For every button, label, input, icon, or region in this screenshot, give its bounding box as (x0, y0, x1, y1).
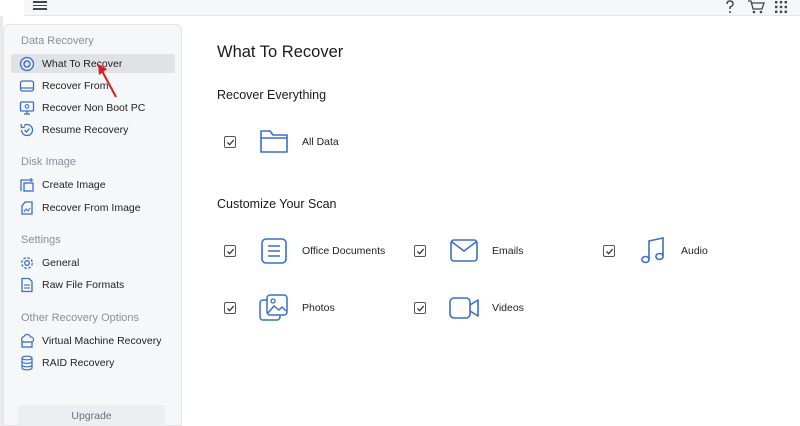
sidebar-item-label: General (42, 256, 80, 269)
customize-scan-title: Customize Your Scan (217, 197, 337, 211)
option-label: All Data (302, 136, 339, 148)
create-image-icon (18, 176, 36, 194)
sidebar-item-recover-non-boot-pc[interactable]: Recover Non Boot PC (11, 98, 175, 117)
sidebar-item-raw-file-formats[interactable]: Raw File Formats (11, 275, 175, 294)
office-documents-checkbox[interactable] (224, 245, 236, 257)
section-title-data-recovery: Data Recovery (21, 35, 94, 47)
photo-icon (258, 292, 290, 324)
option-audio[interactable]: Audio (603, 235, 708, 267)
main-panel: What To Recover Recover Everything All D… (182, 24, 800, 426)
emails-checkbox[interactable] (414, 245, 426, 257)
drive-icon (18, 77, 36, 95)
videos-checkbox[interactable] (414, 302, 426, 314)
sidebar-item-label: Raw File Formats (42, 278, 125, 291)
raw-file-icon (18, 276, 36, 294)
sidebar-item-what-to-recover[interactable]: What To Recover (11, 54, 175, 73)
sidebar-item-general[interactable]: General (11, 253, 175, 272)
resume-icon (18, 121, 36, 139)
sidebar-item-label: Resume Recovery (42, 123, 129, 136)
sidebar: Data Recovery What To Recover Recover Fr… (3, 24, 182, 426)
sidebar-item-label: Recover From Image (42, 201, 141, 214)
all-data-checkbox[interactable] (224, 136, 236, 148)
help-icon[interactable] (724, 0, 736, 14)
sidebar-item-raid-recovery[interactable]: RAID Recovery (11, 353, 175, 372)
option-label: Photos (302, 302, 335, 314)
sidebar-item-virtual-machine-recovery[interactable]: Virtual Machine Recovery (11, 331, 175, 350)
sidebar-item-label: Create Image (42, 178, 106, 191)
image-file-icon (18, 199, 36, 217)
document-icon (258, 235, 290, 267)
audio-checkbox[interactable] (603, 245, 615, 257)
top-bar (0, 0, 800, 16)
sidebar-item-create-image[interactable]: Create Image (11, 175, 175, 194)
option-photos[interactable]: Photos (224, 292, 335, 324)
recover-everything-title: Recover Everything (217, 88, 327, 102)
target-icon (18, 55, 36, 73)
apps-grid-icon[interactable] (775, 0, 787, 14)
option-office-documents[interactable]: Office Documents (224, 235, 385, 267)
sidebar-item-label: Recover Non Boot PC (42, 101, 146, 114)
photos-checkbox[interactable] (224, 302, 236, 314)
cloud-box-icon (18, 332, 36, 350)
top-bar-strip (24, 0, 800, 16)
gear-icon (18, 254, 36, 272)
video-camera-icon (448, 292, 480, 324)
section-title-disk-image: Disk Image (21, 156, 77, 168)
option-all-data[interactable]: All Data (224, 126, 339, 158)
annotation-arrow-icon (98, 64, 117, 98)
option-label: Emails (492, 245, 524, 257)
sidebar-item-recover-from-image[interactable]: Recover From Image (11, 198, 175, 217)
music-note-icon (637, 235, 669, 267)
sidebar-item-label: RAID Recovery (42, 356, 115, 369)
sidebar-item-recover-from[interactable]: Recover From (11, 76, 175, 95)
option-videos[interactable]: Videos (414, 292, 524, 324)
page-title: What To Recover (217, 43, 344, 61)
sidebar-item-label: Virtual Machine Recovery (42, 334, 162, 347)
folder-icon (258, 126, 290, 158)
monitor-icon (18, 99, 36, 117)
database-icon (18, 354, 36, 372)
option-label: Audio (681, 245, 708, 257)
cart-icon[interactable] (747, 0, 765, 14)
envelope-icon (448, 235, 480, 267)
hamburger-icon[interactable] (33, 0, 47, 13)
option-emails[interactable]: Emails (414, 235, 524, 267)
sidebar-item-resume-recovery[interactable]: Resume Recovery (11, 120, 175, 139)
section-title-settings: Settings (21, 234, 61, 246)
option-label: Videos (492, 302, 524, 314)
upgrade-button[interactable]: Upgrade (18, 405, 165, 426)
option-label: Office Documents (302, 245, 386, 257)
section-title-other-recovery-options: Other Recovery Options (21, 312, 139, 324)
